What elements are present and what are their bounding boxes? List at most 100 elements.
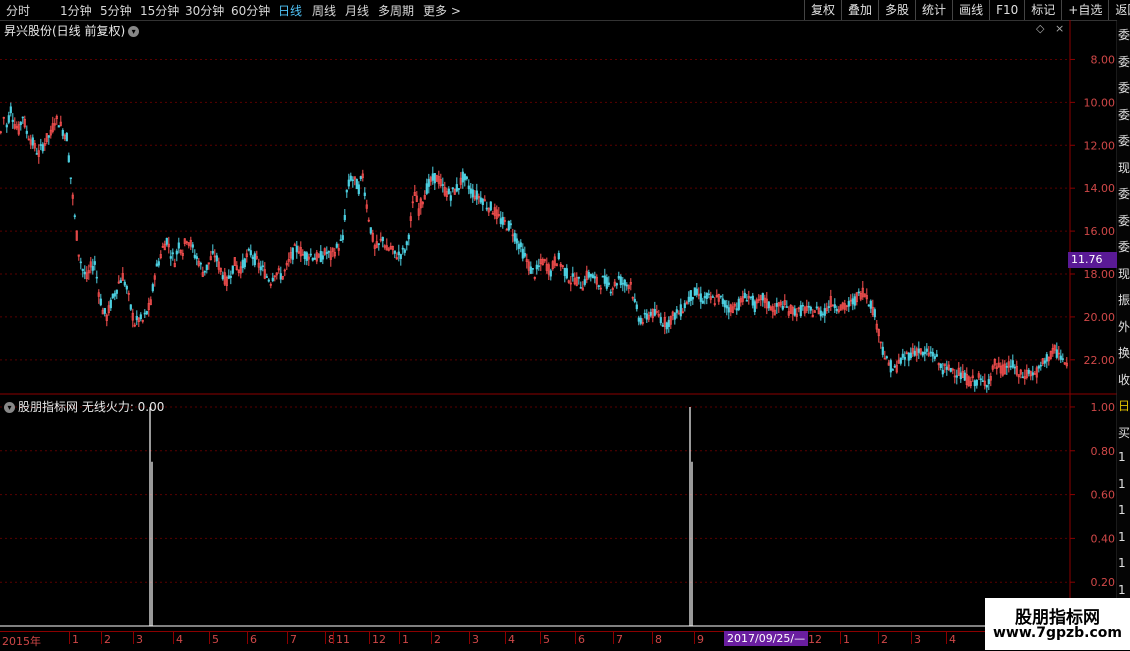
candle-body: [1005, 365, 1008, 368]
candle-body: [835, 308, 838, 311]
indicator-label: 股朋指标网 无线火力: 0.00: [18, 400, 165, 414]
candle-body: [441, 184, 444, 186]
candle-body: [609, 291, 612, 294]
side-info-char: 委: [1118, 240, 1130, 254]
price-axis: 22.00 20.00 18.00 16.00 14.00 12.00 10.00 8.00: [1070, 53, 1116, 367]
side-info-char: 委: [1118, 54, 1130, 69]
date-axis-tick: [69, 632, 70, 644]
diamond-icon[interactable]: ◇: [1036, 22, 1044, 35]
candle-body: [431, 173, 434, 181]
candle-body: [675, 309, 678, 313]
price-grid: [0, 58, 1070, 361]
candle-body: [985, 384, 988, 388]
candle-body: [165, 237, 168, 245]
candle-body: [711, 296, 714, 298]
chevron-down-icon[interactable]: ▾: [128, 26, 140, 37]
candle-body: [403, 249, 406, 253]
candle-body: [753, 301, 756, 313]
candle-body: [279, 273, 282, 280]
candle-body: [801, 305, 804, 307]
candle-body: [959, 372, 962, 380]
candle-body: [857, 291, 860, 294]
candle-body: [351, 179, 354, 182]
candle-body: [571, 273, 574, 277]
candle-body: [579, 287, 582, 289]
candle-body: [5, 124, 8, 128]
date-axis-label: 5: [212, 633, 219, 646]
candle-body: [589, 273, 592, 277]
candle-body: [799, 305, 802, 317]
date-axis-tick: [209, 632, 210, 644]
candle-body: [1061, 358, 1064, 360]
candle-body: [509, 223, 512, 226]
chevron-down-icon[interactable]: ▾: [4, 402, 15, 413]
date-axis-label: 7: [290, 633, 297, 646]
candle-body: [39, 144, 42, 146]
candle-body: [705, 292, 708, 299]
candle-body: [355, 179, 358, 190]
candle-body: [345, 189, 348, 193]
candle-body: [139, 314, 142, 320]
candle-body: [893, 365, 896, 368]
candle-body: [679, 304, 682, 317]
candle-body: [501, 216, 504, 225]
candle-body: [357, 184, 360, 195]
side-info-char: 1: [1118, 556, 1126, 570]
candle-body: [737, 298, 740, 310]
date-axis-label: 6: [250, 633, 257, 646]
date-axis: 2015年 1 2 3 4 5 6 7 8 11 12 1 2 3 4 5 6 7 8 9 12 1 2 3 4: [0, 631, 1130, 651]
candle-body: [659, 317, 662, 324]
date-axis-label: 4: [176, 633, 183, 646]
candle-body: [193, 254, 196, 258]
candle-body: [593, 276, 596, 279]
candle-body: [531, 268, 534, 270]
candle-body: [227, 275, 230, 279]
side-info-char: 振: [1118, 293, 1130, 307]
close-icon[interactable]: ×: [1055, 22, 1064, 35]
candle-body: [35, 153, 38, 155]
side-info-char: 1: [1118, 529, 1126, 544]
candle-body: [607, 282, 610, 285]
candle-body: [261, 265, 264, 268]
candle-body: [603, 275, 606, 284]
candle-body: [41, 144, 44, 152]
current-price-marker: 11.76: [1068, 252, 1117, 268]
candle-body: [637, 317, 640, 322]
candle-body: [313, 257, 316, 260]
candle-body: [135, 315, 138, 321]
indicator-tick-label: 1.00: [1091, 401, 1116, 414]
candle-body: [577, 276, 580, 279]
candle-body: [881, 346, 884, 355]
candle-body: [111, 293, 114, 299]
candle-body: [743, 292, 746, 299]
candle-body: [565, 268, 568, 279]
date-axis-tick: [369, 632, 370, 644]
candle-body: [7, 115, 10, 123]
price-tick-label: 16.00: [1084, 225, 1116, 238]
candle-body: [205, 264, 208, 270]
price-tick-label: 20.00: [1084, 311, 1116, 324]
candle-body: [31, 137, 34, 146]
candle-body: [521, 248, 524, 259]
indicator-tick-label: 0.80: [1091, 445, 1116, 458]
date-axis-label: 3: [136, 633, 143, 646]
candle-body: [1039, 364, 1042, 367]
candle-body: [243, 258, 246, 268]
candle-body: [693, 287, 696, 296]
candle-body: [399, 254, 402, 260]
candle-body: [119, 280, 122, 283]
candle-body: [1043, 360, 1046, 364]
candle-body: [751, 295, 754, 306]
date-axis-tick: [247, 632, 248, 644]
side-info-char: 委: [1118, 107, 1130, 122]
date-axis-label: 12: [808, 633, 822, 646]
date-axis-label: 2: [881, 633, 888, 646]
candle-body: [625, 284, 628, 287]
candle-body: [793, 308, 796, 316]
candle-body: [633, 298, 636, 302]
candle-body: [821, 313, 824, 316]
candle-body: [359, 176, 362, 180]
date-axis-tick: [173, 632, 174, 644]
candle-body: [665, 322, 668, 330]
candle-body: [267, 279, 270, 282]
